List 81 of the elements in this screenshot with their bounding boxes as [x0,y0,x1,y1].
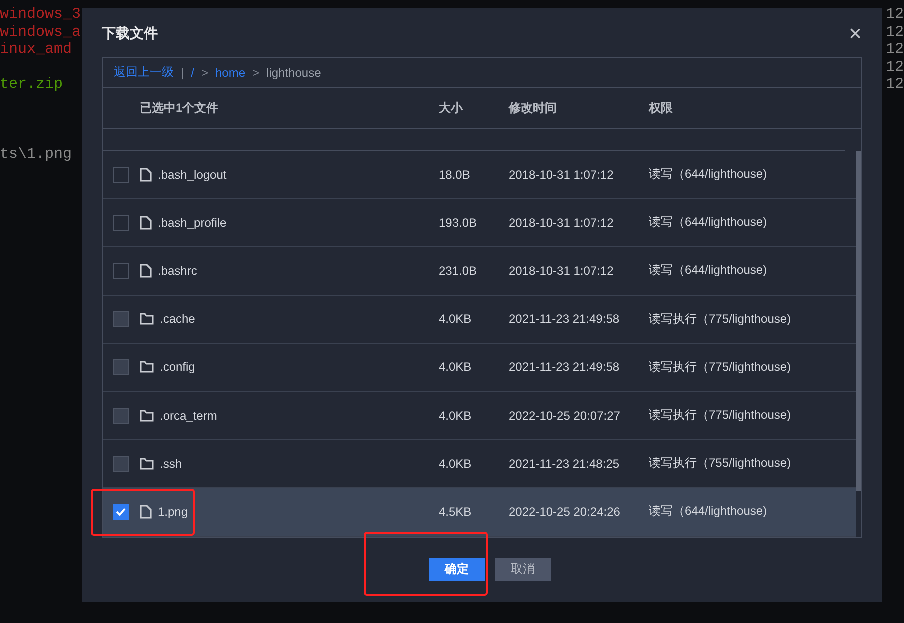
permission: 读写执行（775/lighthouse) [649,358,792,376]
file-name: .config [160,360,196,374]
file-row[interactable]: .config 4.0KB 2021-11-23 21:49:58 读写执行（775/lighthouse) [103,344,856,392]
file-size: 4.0KB [439,408,473,423]
terminal-line: windows_a [0,24,82,41]
breadcrumb-arrow: > [252,66,260,80]
terminal-line: ts\1.png [0,146,74,164]
file-name: .cache [160,312,196,326]
file-name: .ssh [160,456,182,471]
terminal-line: 12 [886,41,904,58]
file-icon [140,264,152,278]
file-name: .bash_profile [158,216,227,230]
file-name: .orca_term [160,408,218,423]
file-row[interactable]: .bash_logout 18.0B 2018-10-31 1:07:12 读写（644/lighthouse) [103,151,856,200]
terminal-line: 12 [886,6,904,24]
permission: 读写执行（775/lighthouse) [649,310,792,328]
permission: 读写执行（775/lighthouse) [649,407,792,424]
column-header: 修改时间 [509,100,558,116]
breadcrumb-separator: | [181,66,184,80]
folder-icon [140,458,154,470]
file-row[interactable]: .cache 4.0KB 2021-11-23 21:49:58 读写执行（775/lighthouse) [103,296,856,344]
checkbox[interactable] [113,408,129,424]
permission: 读写（644/lighthouse) [649,214,768,232]
column-header: 权限 [649,100,674,116]
permission: 读写（644/lighthouse) [649,166,768,184]
breadcrumb-link[interactable]: lighthouse [266,66,322,80]
checkbox[interactable] [113,311,129,328]
back-link[interactable]: 返回上一级 [114,64,174,81]
file-name: .bash_logout [158,168,227,182]
checkbox[interactable] [113,262,129,279]
column-header: 大小 [439,100,464,116]
file-size: 18.0B [439,168,472,182]
folder-icon [140,361,154,374]
root-link[interactable]: / [191,66,194,80]
dialog-title: 下载文件 [102,24,158,42]
permission: 读写（644/lighthouse) [649,262,768,280]
file-size: 4.0KB [439,456,473,471]
file-size: 231.0B [439,264,478,278]
folder-icon [140,410,154,422]
modified-time: 2022-10-25 20:07:27 [509,408,622,423]
checkbox[interactable] [113,214,129,231]
terminal-line: windows_3 [0,6,82,24]
terminal-line: 12 [886,58,904,76]
checkbox[interactable] [113,504,129,520]
column-header: 已选中1个文件 [140,100,220,116]
checkbox[interactable] [113,166,129,183]
file-icon [140,504,152,519]
permission: 读写（644/lighthouse) [649,503,768,520]
file-name: 1.png [158,504,188,519]
file-name: .bashrc [158,264,198,278]
file-size: 193.0B [439,216,478,230]
breadcrumb-link[interactable]: home [215,66,246,80]
confirm-button[interactable]: 确定 [429,558,485,581]
checkbox[interactable] [113,359,129,376]
cancel-button[interactable]: 取消 [495,558,551,581]
file-row[interactable]: .orca_term 4.0KB 2022-10-25 20:07:27 读写执行（775/lighthouse) [103,392,856,440]
terminal-line: ter.zip [0,76,64,94]
file-row[interactable]: .bashrc 231.0B 2018-10-31 1:07:12 读写（644/lighthouse) [103,247,856,296]
file-size: 4.0KB [439,312,473,326]
check-icon [116,508,126,516]
modified-time: 2018-10-31 1:07:12 [509,168,615,182]
modified-time: 2022-10-25 20:24:26 [509,504,622,519]
file-size: 4.0KB [439,360,473,374]
file-row[interactable]: .bash_profile 193.0B 2018-10-31 1:07:12 读写（644/lighthouse) [103,199,856,248]
terminal-line: inux_amd [0,41,74,58]
modified-time: 2021-11-23 21:48:25 [509,456,621,471]
checkbox[interactable] [113,456,129,472]
close-button[interactable]: × [849,24,862,44]
file-row[interactable]: 1.png 4.5KB 2022-10-25 20:24:26 读写（644/lighthouse) [103,488,856,536]
terminal-line: 12 [886,24,904,41]
permission: 读写执行（755/lighthouse) [649,455,792,472]
file-icon [140,216,152,230]
modified-time: 2018-10-31 1:07:12 [509,216,615,230]
file-size: 4.5KB [439,504,473,519]
modified-time: 2021-11-23 21:49:58 [509,360,621,374]
terminal-line: 12 [886,76,904,94]
folder-icon [140,313,154,326]
breadcrumb-arrow: > [201,66,208,80]
modified-time: 2021-11-23 21:49:58 [509,312,621,326]
file-icon [140,168,152,182]
modified-time: 2018-10-31 1:07:12 [509,264,615,278]
